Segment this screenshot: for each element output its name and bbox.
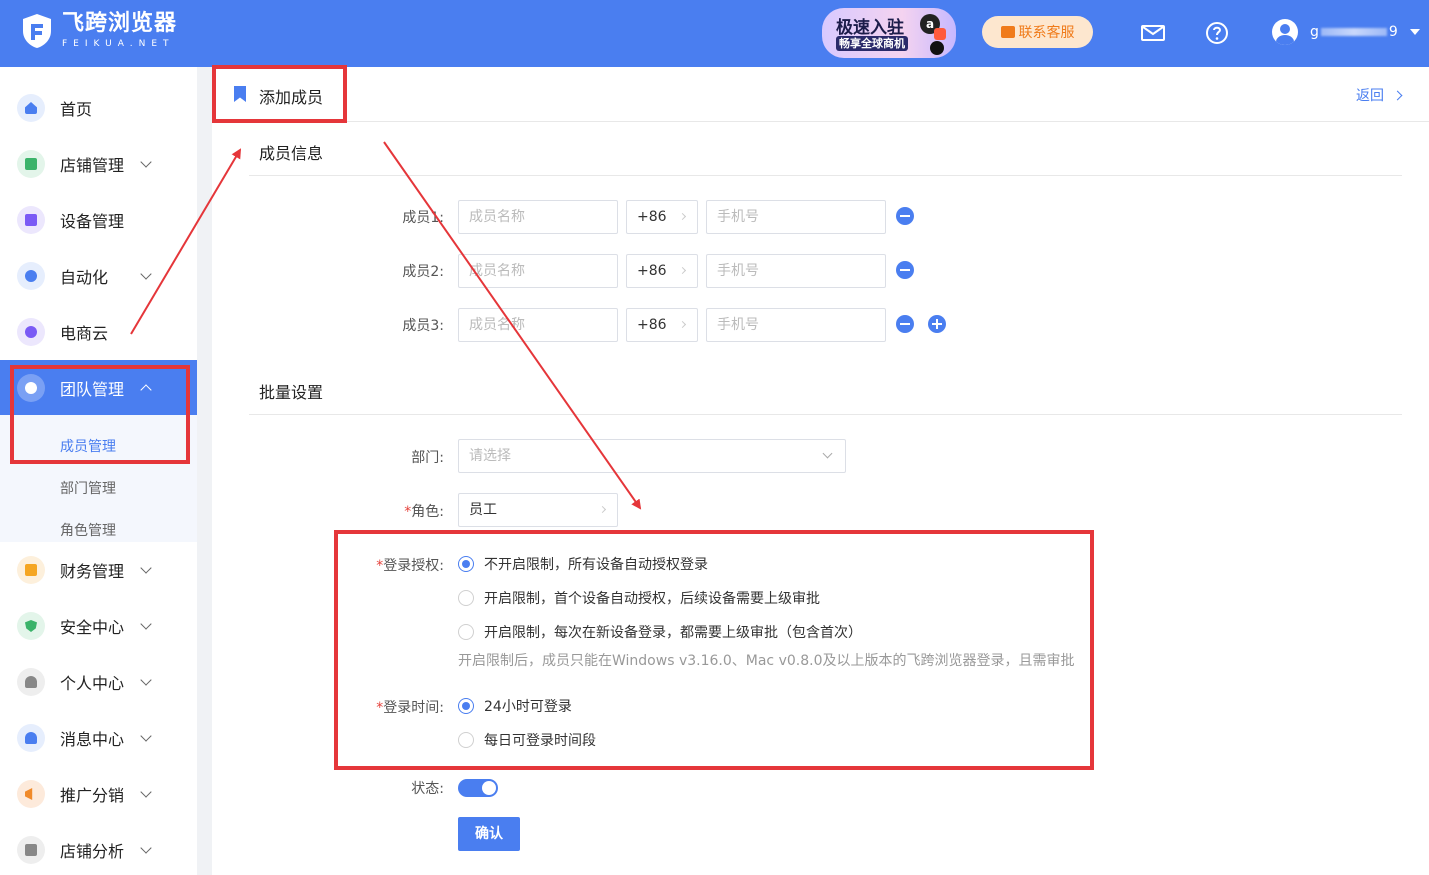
- annotation-box-login-settings: [334, 530, 1094, 770]
- contact-service-button[interactable]: 联系客服: [982, 16, 1093, 48]
- sidebar: 首页 店铺管理 设备管理 自动化 电商云 团队管理 成员管理 部门管理 角色管理…: [0, 67, 197, 875]
- sidebar-item-label: 首页: [60, 100, 93, 119]
- logo[interactable]: 飞跨浏览器 FEIKUA.NET: [20, 12, 177, 50]
- chevron-right-icon: [1392, 90, 1403, 100]
- device-icon: [17, 206, 45, 234]
- caret-down-icon: [1409, 29, 1420, 35]
- sidebar-item-ecloud[interactable]: 电商云: [0, 304, 197, 360]
- chevron-down-icon: [140, 842, 152, 854]
- sidebar-item-label: 自动化: [60, 268, 109, 287]
- bell-icon: [17, 724, 45, 752]
- user-menu[interactable]: g9: [1272, 19, 1420, 45]
- analytics-icon: [17, 836, 45, 864]
- sidebar-item-automation[interactable]: 自动化: [0, 248, 197, 304]
- back-label: 返回: [1356, 88, 1384, 104]
- sidebar-item-label: 财务管理: [60, 562, 125, 581]
- section-title-member: 成员信息: [259, 144, 324, 163]
- sidebar-item-profile[interactable]: 个人中心: [0, 654, 197, 710]
- divider: [249, 414, 1402, 415]
- sidebar-item-label: 店铺分析: [60, 842, 125, 861]
- chevron-down-icon: [140, 674, 152, 686]
- chevron-down-icon: [140, 786, 152, 798]
- country-code-select[interactable]: +86: [626, 200, 698, 234]
- promo-line2: 畅享全球商机: [836, 36, 908, 51]
- divider: [249, 175, 1402, 176]
- top-header: 飞跨浏览器 FEIKUA.NET 极速入驻 畅享全球商机 a 联系客服 g9: [0, 0, 1429, 67]
- status-label: 状态:: [411, 781, 444, 797]
- member-name-input[interactable]: 成员名称: [458, 200, 618, 234]
- shop-icon: [934, 28, 946, 40]
- logo-subtitle: FEIKUA.NET: [62, 39, 175, 49]
- chevron-down-icon: [140, 618, 152, 630]
- section-title-batch: 批量设置: [259, 383, 324, 402]
- remove-member-button[interactable]: [896, 315, 914, 333]
- sidebar-item-home[interactable]: 首页: [0, 80, 197, 136]
- logo-shield-icon: [23, 14, 51, 48]
- country-code-select[interactable]: +86: [626, 254, 698, 288]
- sidebar-item-label: 消息中心: [60, 730, 125, 749]
- phone-input[interactable]: 手机号: [706, 308, 886, 342]
- phone-input[interactable]: 手机号: [706, 254, 886, 288]
- member-name-input[interactable]: 成员名称: [458, 254, 618, 288]
- megaphone-icon: [17, 780, 45, 808]
- sidebar-item-label: 个人中心: [60, 674, 125, 693]
- sidebar-item-label: 安全中心: [60, 618, 125, 637]
- remove-member-button[interactable]: [896, 207, 914, 225]
- page-title-bar: 添加成员 返回: [212, 67, 1429, 122]
- member-label: 成员2:: [402, 264, 444, 280]
- phone-input[interactable]: 手机号: [706, 200, 886, 234]
- user-icon: [17, 668, 45, 696]
- home-icon: [17, 94, 45, 122]
- chevron-down-icon: [140, 156, 152, 168]
- remove-member-button[interactable]: [896, 261, 914, 279]
- department-label: 部门:: [411, 450, 444, 466]
- sidebar-item-finance[interactable]: 财务管理: [0, 542, 197, 598]
- robot-icon: [17, 262, 45, 290]
- help-icon[interactable]: [1204, 20, 1230, 46]
- sidebar-item-label: 电商云: [60, 324, 109, 343]
- promo-line1: 极速入驻: [836, 18, 904, 38]
- avatar-icon: [1272, 19, 1298, 45]
- sidebar-item-device[interactable]: 设备管理: [0, 192, 197, 248]
- sidebar-item-label: 店铺管理: [60, 156, 125, 175]
- chevron-down-icon: [822, 448, 833, 459]
- chevron-down-icon: [140, 730, 152, 742]
- role-select[interactable]: 员工: [458, 493, 618, 527]
- contact-service-label: 联系客服: [1018, 25, 1075, 41]
- chevron-down-icon: [140, 562, 152, 574]
- sidebar-subitem-departments[interactable]: 部门管理: [60, 478, 116, 498]
- annotation-box-page-title: [212, 65, 347, 123]
- username: g9: [1310, 24, 1398, 40]
- country-code-select[interactable]: +86: [626, 308, 698, 342]
- annotation-box-team-menu: [10, 365, 190, 464]
- chat-icon: [1000, 26, 1015, 38]
- role-label: *角色:: [404, 504, 444, 520]
- member-name-input[interactable]: 成员名称: [458, 308, 618, 342]
- sidebar-subitem-roles[interactable]: 角色管理: [60, 520, 116, 540]
- cloud-icon: [17, 318, 45, 346]
- shield-icon: [17, 612, 45, 640]
- store-icon: [17, 150, 45, 178]
- logo-title: 飞跨浏览器: [62, 11, 178, 36]
- sidebar-item-label: 推广分销: [60, 786, 125, 805]
- tiktok-icon: [930, 41, 944, 55]
- member-label: 成员1:: [402, 210, 444, 226]
- back-link[interactable]: 返回: [1356, 85, 1403, 105]
- promo-banner[interactable]: 极速入驻 畅享全球商机 a: [822, 8, 956, 58]
- member-label: 成员3:: [402, 318, 444, 334]
- sidebar-item-promotion[interactable]: 推广分销: [0, 766, 197, 822]
- status-toggle[interactable]: [458, 779, 498, 797]
- department-select[interactable]: 请选择: [458, 439, 846, 473]
- sidebar-item-security[interactable]: 安全中心: [0, 598, 197, 654]
- wallet-icon: [17, 556, 45, 584]
- add-member-button[interactable]: [928, 315, 946, 333]
- sidebar-item-label: 设备管理: [60, 212, 125, 231]
- sidebar-item-store[interactable]: 店铺管理: [0, 136, 197, 192]
- sidebar-item-messages[interactable]: 消息中心: [0, 710, 197, 766]
- confirm-button[interactable]: 确认: [458, 817, 520, 851]
- chevron-down-icon: [140, 268, 152, 280]
- sidebar-item-analytics[interactable]: 店铺分析: [0, 822, 197, 875]
- mail-icon[interactable]: [1140, 20, 1166, 46]
